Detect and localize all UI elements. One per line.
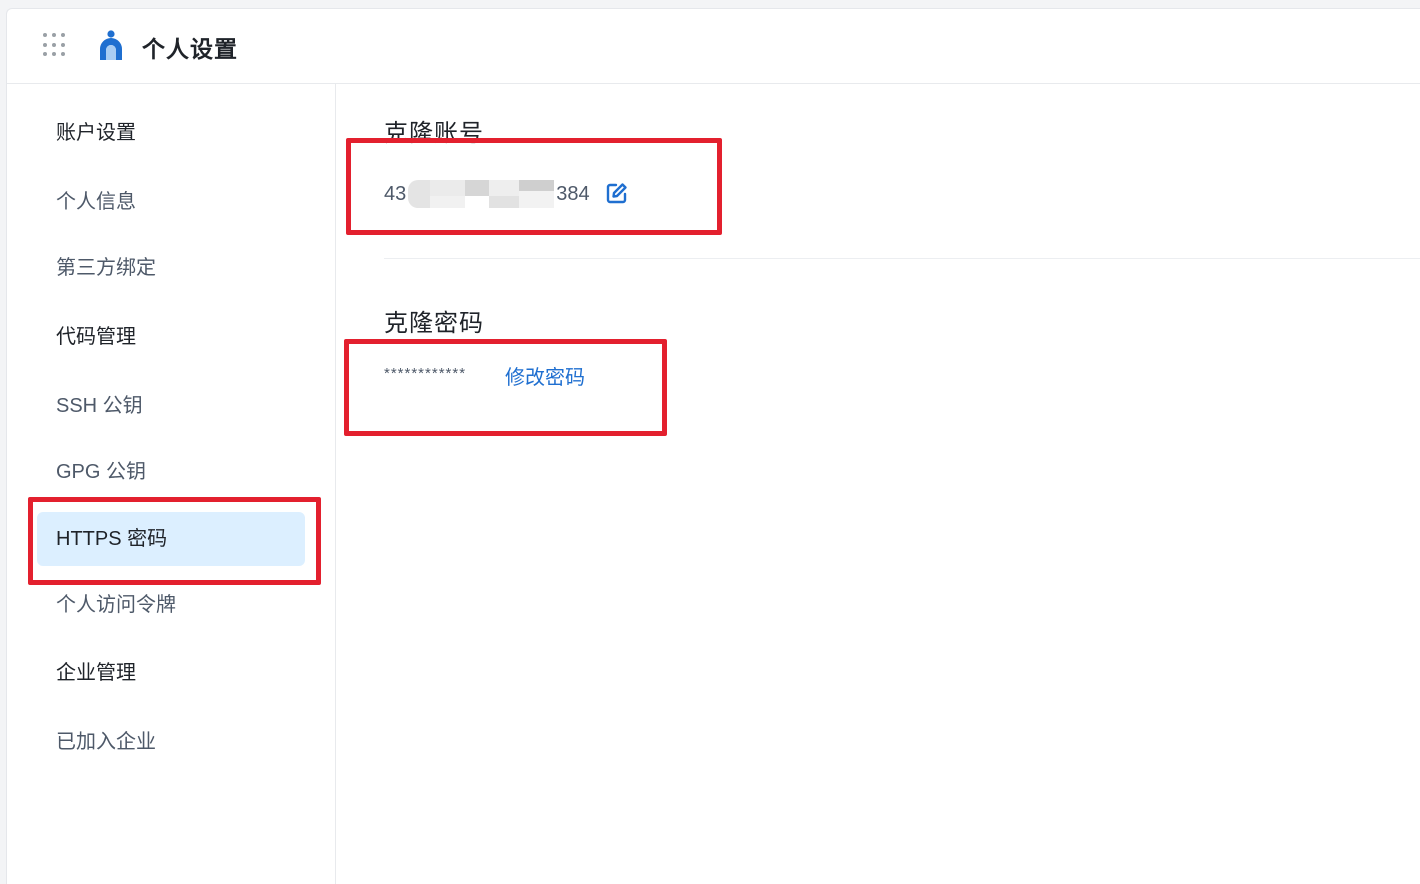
masked-password: ************ [384, 365, 467, 382]
app-grid-icon[interactable] [43, 33, 67, 57]
sidebar-group-account-settings[interactable]: 账户设置 [37, 106, 305, 160]
sidebar-item-gpg-keys[interactable]: GPG 公钥 [37, 445, 305, 499]
person-logo-icon [100, 30, 122, 60]
clone-password-title: 克隆密码 [384, 310, 484, 337]
clone-account-value: 43 384 [384, 179, 590, 209]
sidebar-item-third-party-binding[interactable]: 第三方绑定 [37, 241, 305, 295]
redacted-mask [408, 179, 555, 209]
clone-account-title: 克隆账号 [384, 120, 484, 147]
sidebar-group-code-management[interactable]: 代码管理 [37, 310, 305, 364]
section-divider [384, 258, 1420, 259]
edit-icon[interactable] [605, 181, 629, 205]
sidebar-item-ssh-keys[interactable]: SSH 公钥 [37, 379, 305, 433]
sidebar-item-profile[interactable]: 个人信息 [37, 175, 305, 229]
top-bar: 个人设置 [7, 9, 1420, 84]
sidebar-item-joined-enterprises[interactable]: 已加入企业 [37, 715, 305, 769]
account-suffix: 384 [556, 182, 590, 205]
sidebar-item-https-password[interactable]: HTTPS 密码 [37, 512, 305, 566]
app-window: 个人设置 账户设置 个人信息 第三方绑定 代码管理 SSH 公钥 GPG 公钥 … [6, 8, 1420, 884]
page-title: 个人设置 [142, 36, 238, 62]
account-prefix: 43 [384, 182, 407, 205]
change-password-link[interactable]: 修改密码 [505, 361, 585, 390]
sidebar-group-enterprise-management[interactable]: 企业管理 [37, 646, 305, 700]
settings-sidebar: 账户设置 个人信息 第三方绑定 代码管理 SSH 公钥 GPG 公钥 HTTPS… [7, 84, 336, 884]
sidebar-item-personal-access-tokens[interactable]: 个人访问令牌 [37, 578, 305, 632]
